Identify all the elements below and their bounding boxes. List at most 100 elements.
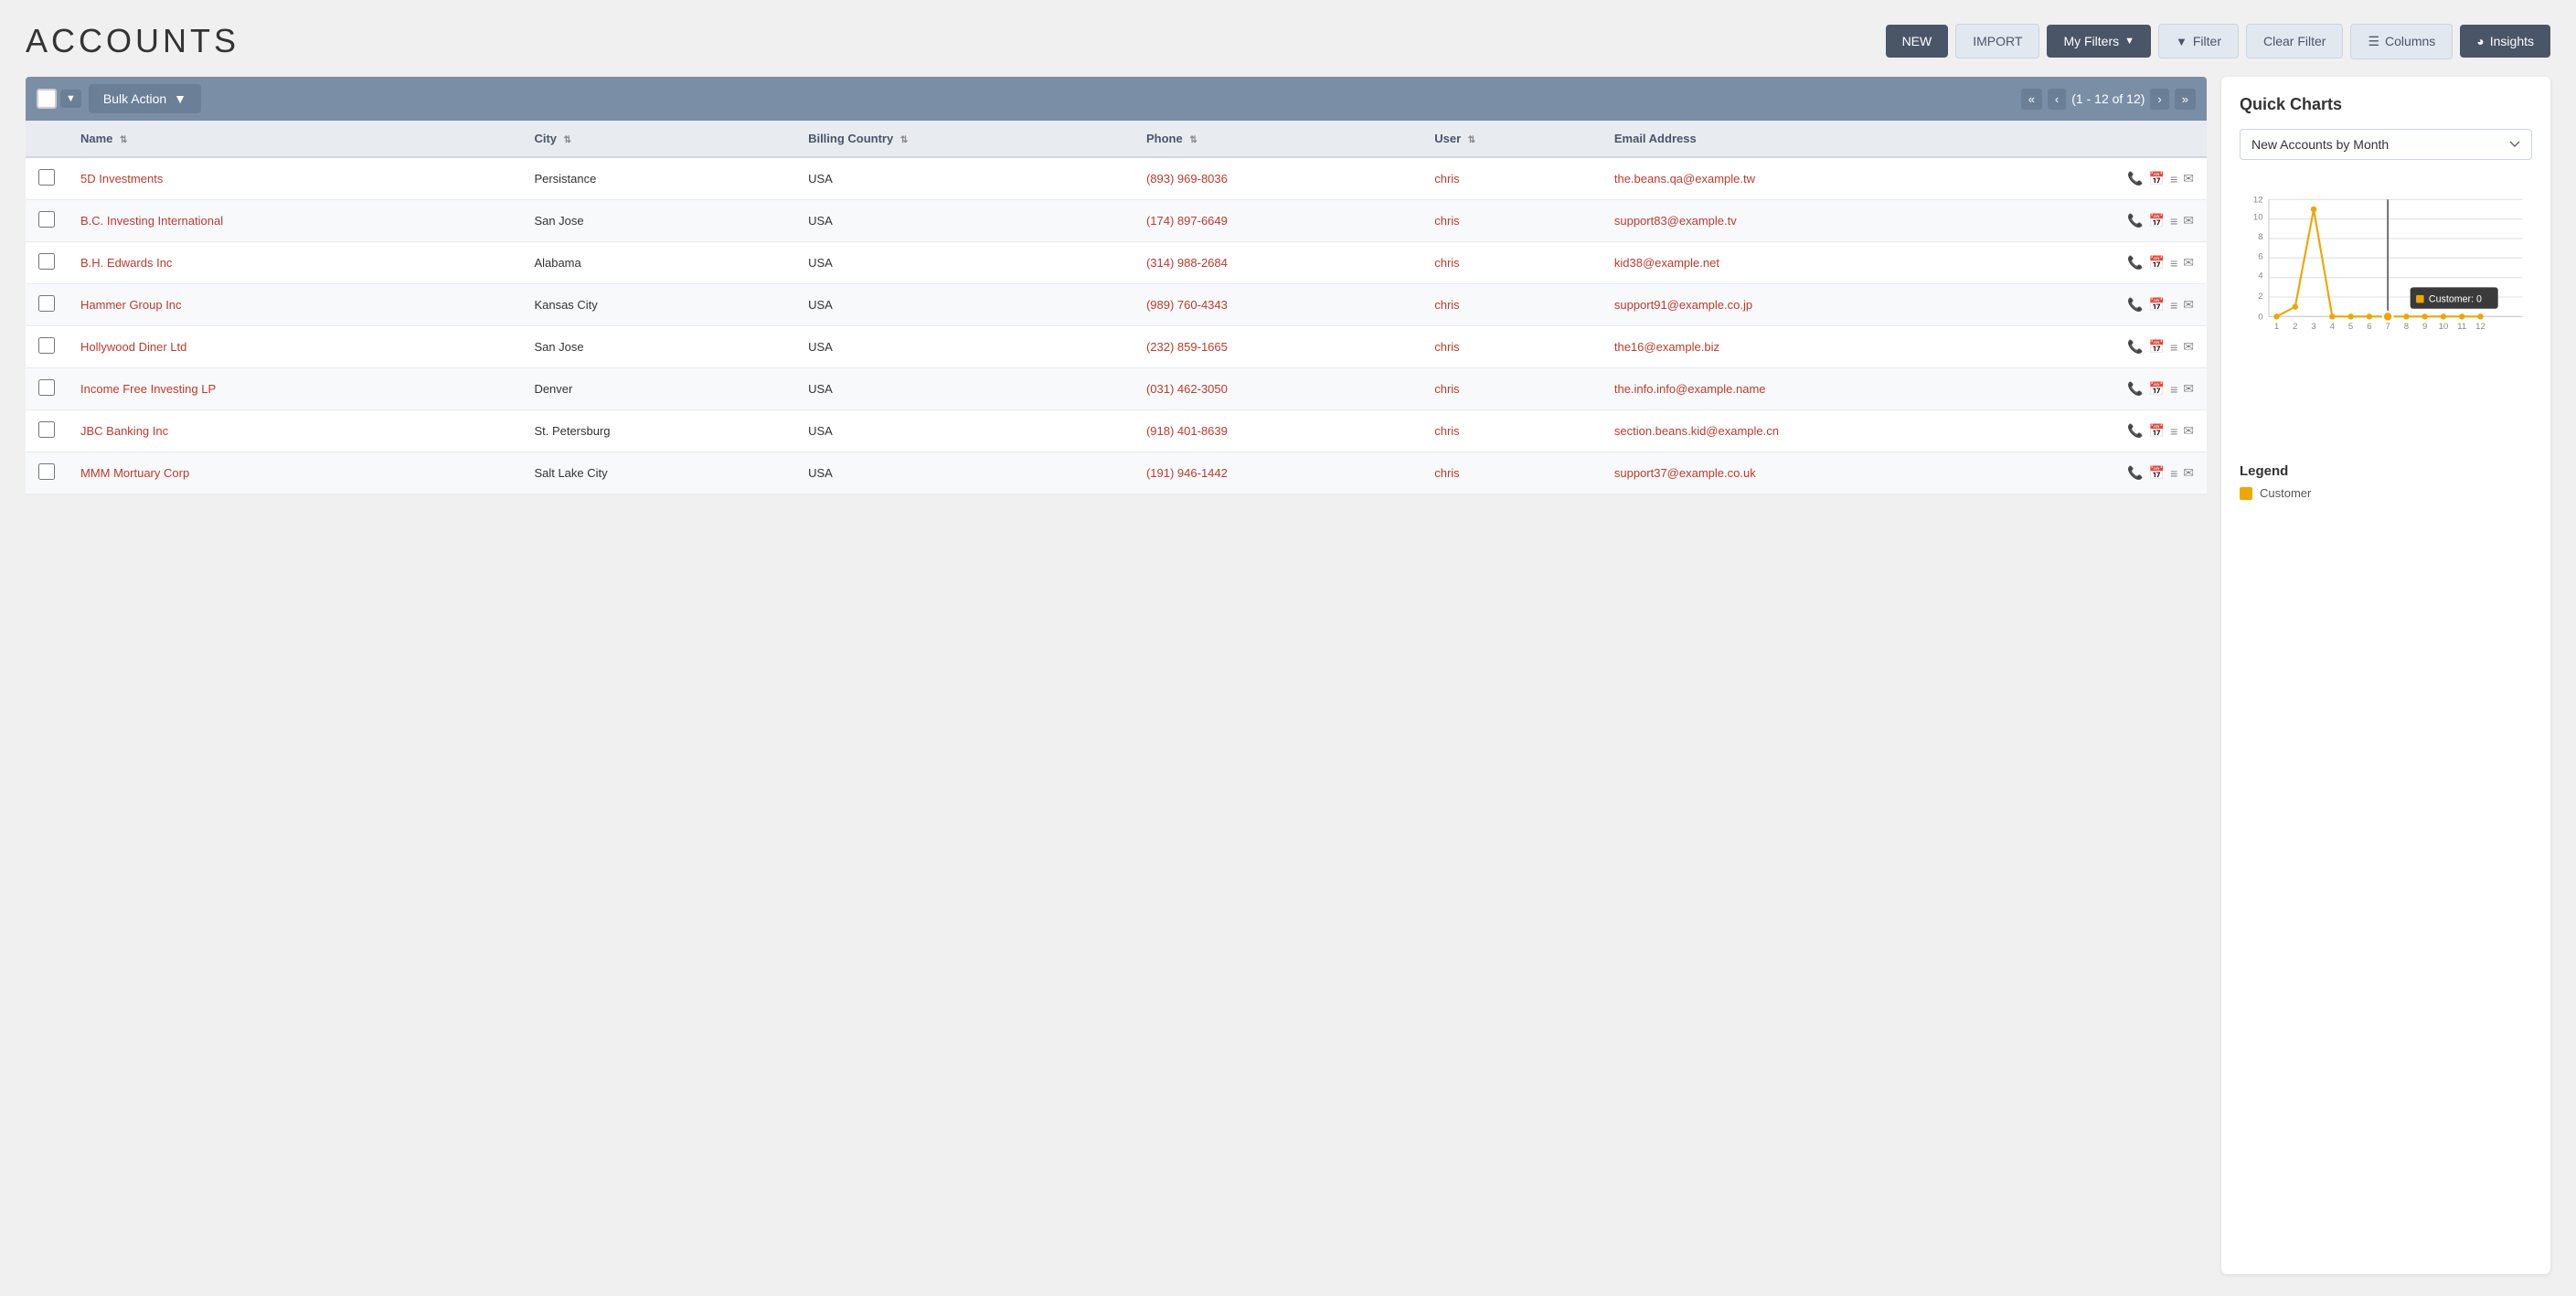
name-col-header[interactable]: Name ⇅ — [68, 121, 521, 157]
calendar-action-icon[interactable]: 📅 — [2149, 171, 2165, 186]
phone-action-icon[interactable]: 📞 — [2127, 465, 2143, 481]
calendar-action-icon[interactable]: 📅 — [2149, 339, 2165, 355]
user-link[interactable]: chris — [1434, 382, 1459, 396]
city-col-header[interactable]: City ⇅ — [521, 121, 795, 157]
row-checkbox[interactable] — [38, 337, 55, 354]
phone-link[interactable]: (232) 859-1665 — [1146, 340, 1228, 354]
bulk-action-button[interactable]: Bulk Action ▼ — [89, 84, 201, 113]
phone-link[interactable]: (989) 760-4343 — [1146, 298, 1228, 312]
phone-action-icon[interactable]: 📞 — [2127, 381, 2143, 397]
email-action-icon[interactable]: ✉ — [2183, 171, 2194, 186]
account-name-link[interactable]: JBC Banking Inc — [80, 424, 168, 438]
svg-text:9: 9 — [2422, 322, 2427, 332]
phone-action-icon[interactable]: 📞 — [2127, 339, 2143, 355]
email-link[interactable]: the.beans.qa@example.tw — [1614, 172, 1755, 186]
email-link[interactable]: the16@example.biz — [1614, 340, 1719, 354]
email-col-header: Email Address — [1602, 121, 2114, 157]
email-link[interactable]: section.beans.kid@example.cn — [1614, 424, 1779, 438]
email-action-icon[interactable]: ✉ — [2183, 255, 2194, 271]
calendar-action-icon[interactable]: 📅 — [2149, 297, 2165, 313]
first-page-button[interactable]: « — [2021, 89, 2042, 110]
user-link[interactable]: chris — [1434, 214, 1459, 228]
phone-link[interactable]: (314) 988-2684 — [1146, 256, 1228, 270]
phone-link[interactable]: (031) 462-3050 — [1146, 382, 1228, 396]
email-link[interactable]: kid38@example.net — [1614, 256, 1719, 270]
email-action-icon[interactable]: ✉ — [2183, 465, 2194, 481]
last-page-button[interactable]: » — [2175, 89, 2196, 110]
email-action-icon[interactable]: ✉ — [2183, 213, 2194, 228]
my-filters-button[interactable]: My Filters ▼ — [2047, 25, 2151, 58]
list-action-icon[interactable]: ≡ — [2170, 340, 2177, 355]
row-actions: 📞 📅 ≡ ✉ — [2127, 381, 2194, 397]
chart-type-select[interactable]: New Accounts by Month — [2240, 129, 2532, 160]
account-name-link[interactable]: B.H. Edwards Inc — [80, 256, 172, 270]
account-name-link[interactable]: 5D Investments — [80, 172, 163, 186]
phone-link[interactable]: (893) 969-8036 — [1146, 172, 1228, 186]
insights-button[interactable]: ◕ Insights — [2460, 25, 2550, 58]
row-checkbox[interactable] — [38, 211, 55, 228]
phone-action-icon[interactable]: 📞 — [2127, 213, 2143, 228]
email-link[interactable]: support37@example.co.uk — [1614, 466, 1756, 480]
svg-text:8: 8 — [2258, 232, 2262, 242]
account-name-link[interactable]: Hammer Group Inc — [80, 298, 182, 312]
select-all-dropdown[interactable]: ▼ — [60, 90, 81, 108]
account-name-link[interactable]: MMM Mortuary Corp — [80, 466, 189, 480]
user-link[interactable]: chris — [1434, 424, 1459, 438]
list-action-icon[interactable]: ≡ — [2170, 172, 2177, 186]
email-action-icon[interactable]: ✉ — [2183, 423, 2194, 439]
row-checkbox[interactable] — [38, 379, 55, 396]
phone-link[interactable]: (191) 946-1442 — [1146, 466, 1228, 480]
email-link[interactable]: support91@example.co.jp — [1614, 298, 1752, 312]
list-action-icon[interactable]: ≡ — [2170, 382, 2177, 397]
list-action-icon[interactable]: ≡ — [2170, 214, 2177, 228]
list-action-icon[interactable]: ≡ — [2170, 424, 2177, 439]
list-action-icon[interactable]: ≡ — [2170, 466, 2177, 481]
billing-country-col-header[interactable]: Billing Country ⇅ — [795, 121, 1134, 157]
list-action-icon[interactable]: ≡ — [2170, 298, 2177, 313]
phone-action-icon[interactable]: 📞 — [2127, 171, 2143, 186]
email-link[interactable]: support83@example.tv — [1614, 214, 1737, 228]
user-link[interactable]: chris — [1434, 466, 1459, 480]
user-link[interactable]: chris — [1434, 256, 1459, 270]
next-page-button[interactable]: › — [2150, 89, 2168, 110]
phone-action-icon[interactable]: 📞 — [2127, 255, 2143, 271]
row-checkbox[interactable] — [38, 169, 55, 186]
calendar-action-icon[interactable]: 📅 — [2149, 423, 2165, 439]
email-action-icon[interactable]: ✉ — [2183, 339, 2194, 355]
import-button[interactable]: IMPORT — [1955, 24, 2039, 58]
calendar-action-icon[interactable]: 📅 — [2149, 465, 2165, 481]
user-link[interactable]: chris — [1434, 298, 1459, 312]
clear-filter-button[interactable]: Clear Filter — [2246, 24, 2343, 58]
row-checkbox[interactable] — [38, 421, 55, 438]
row-checkbox[interactable] — [38, 295, 55, 312]
list-action-icon[interactable]: ≡ — [2170, 256, 2177, 271]
user-link[interactable]: chris — [1434, 340, 1459, 354]
pagination-controls: « ‹ (1 - 12 of 12) › » — [2021, 89, 2196, 110]
account-name-link[interactable]: Income Free Investing LP — [80, 382, 216, 396]
new-button[interactable]: NEW — [1886, 25, 1949, 58]
phone-action-icon[interactable]: 📞 — [2127, 297, 2143, 313]
account-name-link[interactable]: Hollywood Diner Ltd — [80, 340, 186, 354]
phone-col-header[interactable]: Phone ⇅ — [1134, 121, 1421, 157]
calendar-action-icon[interactable]: 📅 — [2149, 255, 2165, 271]
columns-button[interactable]: ☰ Columns — [2350, 24, 2453, 59]
phone-link[interactable]: (174) 897-6649 — [1146, 214, 1228, 228]
table-row: 5D Investments Persistance USA (893) 969… — [26, 157, 2207, 200]
city-cell: Persistance — [521, 157, 795, 200]
user-col-header[interactable]: User ⇅ — [1421, 121, 1602, 157]
filter-button[interactable]: ▼ Filter — [2158, 24, 2239, 58]
calendar-action-icon[interactable]: 📅 — [2149, 213, 2165, 228]
phone-link[interactable]: (918) 401-8639 — [1146, 424, 1228, 438]
row-checkbox[interactable] — [38, 253, 55, 270]
email-action-icon[interactable]: ✉ — [2183, 381, 2194, 397]
calendar-action-icon[interactable]: 📅 — [2149, 381, 2165, 397]
phone-action-icon[interactable]: 📞 — [2127, 423, 2143, 439]
email-action-icon[interactable]: ✉ — [2183, 297, 2194, 313]
row-checkbox[interactable] — [38, 463, 55, 480]
user-link[interactable]: chris — [1434, 172, 1459, 186]
prev-page-button[interactable]: ‹ — [2048, 89, 2066, 110]
account-name-link[interactable]: B.C. Investing International — [80, 214, 223, 228]
select-all-checkbox[interactable] — [37, 89, 57, 109]
email-link[interactable]: the.info.info@example.name — [1614, 382, 1766, 396]
legend-label-customer: Customer — [2260, 486, 2311, 500]
